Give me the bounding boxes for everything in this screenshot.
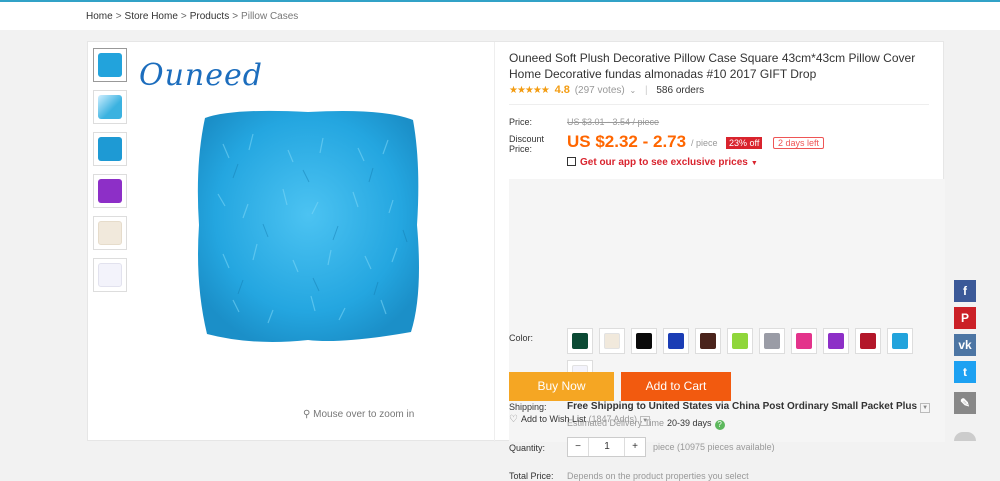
thumbnail-1[interactable] xyxy=(93,48,127,82)
rating-score: 4.8 xyxy=(554,84,570,96)
vk-icon[interactable]: vk xyxy=(954,334,976,356)
product-title: Ouneed Soft Plush Decorative Pillow Case… xyxy=(509,51,916,81)
color-swatch-fill xyxy=(636,333,652,349)
color-swatch-fill xyxy=(828,333,844,349)
divider xyxy=(509,104,929,105)
thumbnail-image xyxy=(98,179,122,203)
rating-votes[interactable]: (297 votes) xyxy=(575,85,625,96)
thumbnail-4[interactable] xyxy=(93,174,127,208)
top-accent-line xyxy=(0,0,1000,2)
color-swatch-6[interactable] xyxy=(727,328,753,354)
color-swatch-fill xyxy=(700,333,716,349)
chevron-down-icon[interactable]: ⌄ xyxy=(630,86,637,95)
top-bar: Home > Store Home > Products > Pillow Cases xyxy=(0,0,1000,30)
breadcrumb-pillow-cases[interactable]: Pillow Cases xyxy=(241,11,298,22)
discount-badge: 23% off xyxy=(726,137,763,149)
color-swatch-5[interactable] xyxy=(695,328,721,354)
breadcrumb-store-home[interactable]: Store Home xyxy=(125,11,178,22)
zoom-hint-text: Mouse over to zoom in xyxy=(313,409,415,420)
original-price: US $3.01 - 3.54 / piece xyxy=(567,117,660,127)
color-swatch-4[interactable] xyxy=(663,328,689,354)
total-price-label: Total Price: xyxy=(509,471,554,481)
add-to-wish-list-link[interactable]: Add to Wish List xyxy=(521,414,586,424)
main-product-image[interactable]: Ouneed ⚲ Mouse over to zoom in xyxy=(133,48,478,420)
add-to-cart-button[interactable]: Add to Cart xyxy=(621,372,731,401)
column-divider xyxy=(494,42,495,442)
wish-list-row: ♡ Add to Wish List (1847 Adds) ▼ xyxy=(509,414,651,426)
color-swatch-2[interactable] xyxy=(599,328,625,354)
facebook-icon[interactable]: f xyxy=(954,280,976,302)
thumbnail-image xyxy=(98,263,122,287)
color-swatch-fill xyxy=(860,333,876,349)
breadcrumb-separator: > xyxy=(115,11,122,22)
thumbnail-list xyxy=(93,48,129,300)
wish-dropdown-icon[interactable]: ▼ xyxy=(640,416,651,426)
price-label: Price: xyxy=(509,117,533,127)
thumbnail-image xyxy=(98,95,122,119)
buy-now-button[interactable]: Buy Now xyxy=(509,372,614,401)
color-swatch-11[interactable] xyxy=(887,328,913,354)
app-promo-link[interactable]: Get our app to see exclusive prices ▼ xyxy=(567,157,758,168)
app-promo-text: Get our app to see exclusive prices xyxy=(580,157,748,168)
color-swatch-10[interactable] xyxy=(855,328,881,354)
discount-price: US $2.32 - 2.73 xyxy=(567,132,687,151)
star-rating-icon: ★★★★★ xyxy=(509,85,550,96)
breadcrumb-separator: > xyxy=(232,11,239,22)
color-swatch-fill xyxy=(668,333,684,349)
color-swatch-fill xyxy=(572,333,588,349)
thumbnail-image xyxy=(98,137,122,161)
shipping-dropdown-icon[interactable]: ▼ xyxy=(920,403,931,413)
help-icon[interactable]: ? xyxy=(714,420,725,430)
total-price-text: Depends on the product properties you se… xyxy=(567,471,749,481)
brand-logo: Ouneed xyxy=(139,58,263,93)
wish-count: (1847 Adds) xyxy=(588,414,638,424)
color-swatch-fill xyxy=(732,333,748,349)
color-swatch-3[interactable] xyxy=(631,328,657,354)
pinterest-icon[interactable]: P xyxy=(954,307,976,329)
color-swatch-1[interactable] xyxy=(567,328,593,354)
color-swatch-8[interactable] xyxy=(791,328,817,354)
twitter-icon[interactable]: t xyxy=(954,361,976,383)
thumbnail-6[interactable] xyxy=(93,258,127,292)
thumbnail-image xyxy=(98,53,122,77)
breadcrumb: Home > Store Home > Products > Pillow Cases xyxy=(86,11,298,22)
pillow-image xyxy=(197,110,419,342)
color-swatch-fill xyxy=(892,333,908,349)
properties-panel: Color: Shipping: Free Shipping to United… xyxy=(509,179,945,481)
color-swatch-fill xyxy=(764,333,780,349)
caret-down-icon: ▼ xyxy=(750,160,758,167)
breadcrumb-separator: > xyxy=(180,11,187,22)
shipping-label: Shipping: xyxy=(509,402,547,412)
time-left-badge: 2 days left xyxy=(773,137,825,149)
eta-days: 20-39 days xyxy=(667,418,712,428)
product-panel: Ouneed ⚲ Mouse over to zoom in Ouneed So… xyxy=(87,41,945,481)
magnifier-icon: ⚲ xyxy=(303,409,311,420)
zoom-hint: ⚲ Mouse over to zoom in xyxy=(303,409,414,420)
separator: | xyxy=(644,85,648,96)
order-count: 586 orders xyxy=(656,85,705,96)
color-swatch-9[interactable] xyxy=(823,328,849,354)
color-label: Color: xyxy=(509,333,534,343)
breadcrumb-products[interactable]: Products xyxy=(190,11,229,22)
stock-availability: piece (10975 pieces available) xyxy=(653,442,775,452)
breadcrumb-home[interactable]: Home xyxy=(86,11,113,22)
edit-icon[interactable]: ✎ xyxy=(954,392,976,414)
color-swatch-fill xyxy=(604,333,620,349)
shipping-info: Free Shipping to United States via China… xyxy=(567,401,931,413)
color-swatch-fill xyxy=(796,333,812,349)
thumbnail-2[interactable] xyxy=(93,90,127,124)
scroll-top-icon[interactable] xyxy=(954,432,976,441)
quantity-stepper: − 1 + xyxy=(567,437,646,457)
color-swatch-7[interactable] xyxy=(759,328,785,354)
per-piece: / piece xyxy=(691,138,718,148)
qr-code-icon xyxy=(567,157,576,166)
shipping-text: Free Shipping to United States via China… xyxy=(567,401,918,412)
heart-icon[interactable]: ♡ xyxy=(509,414,518,425)
quantity-label: Quantity: xyxy=(509,443,546,453)
thumbnail-image xyxy=(98,221,122,245)
thumbnail-5[interactable] xyxy=(93,216,127,250)
rating-row: ★★★★★ 4.8 (297 votes) ⌄ | 586 orders xyxy=(509,84,704,96)
thumbnail-3[interactable] xyxy=(93,132,127,166)
discount-price-label: Discount Price: xyxy=(509,134,545,154)
